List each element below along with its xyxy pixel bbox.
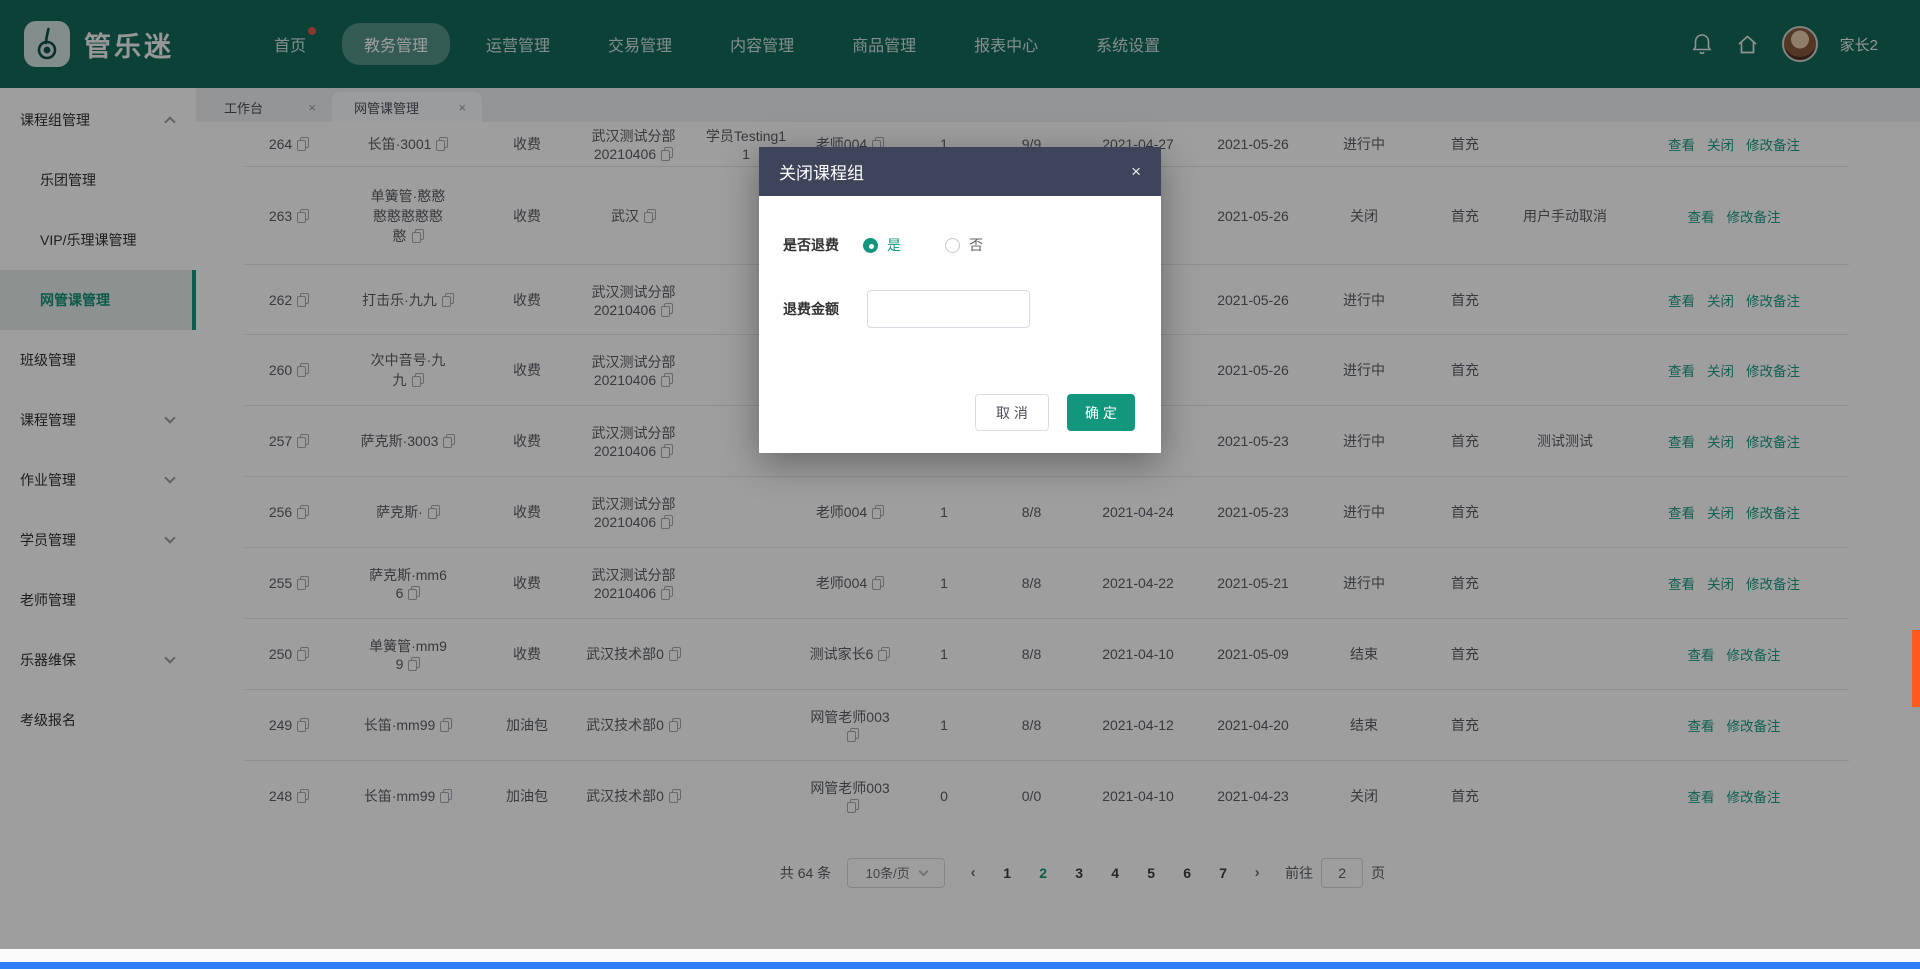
- radio-refund-yes[interactable]: 是: [863, 235, 901, 255]
- bottom-blue-bar: [0, 962, 1920, 969]
- bottom-strip: [0, 949, 1920, 962]
- close-icon[interactable]: ×: [1131, 162, 1141, 182]
- radio-unchecked-icon: [945, 238, 960, 253]
- radio-checked-icon: [863, 238, 878, 253]
- dialog-header: 关闭课程组 ×: [759, 147, 1161, 196]
- refund-label: 是否退费: [783, 235, 853, 255]
- cancel-button[interactable]: 取 消: [975, 394, 1049, 431]
- modal-overlay: [0, 0, 1920, 949]
- confirm-button[interactable]: 确 定: [1067, 394, 1135, 431]
- refund-amount-input[interactable]: [867, 290, 1030, 328]
- dialog-title: 关闭课程组: [779, 159, 864, 184]
- close-course-group-dialog: 关闭课程组 × 是否退费 是 否 退费金额 取 消 确 定: [759, 147, 1161, 453]
- refund-amount-row: 退费金额: [783, 290, 1030, 328]
- refund-choice-row: 是否退费 是 否: [783, 235, 983, 255]
- amount-label: 退费金额: [783, 299, 853, 319]
- radio-refund-no[interactable]: 否: [945, 235, 983, 255]
- dialog-footer: 取 消 确 定: [975, 394, 1135, 431]
- scrollbar-thumb[interactable]: [1912, 630, 1920, 707]
